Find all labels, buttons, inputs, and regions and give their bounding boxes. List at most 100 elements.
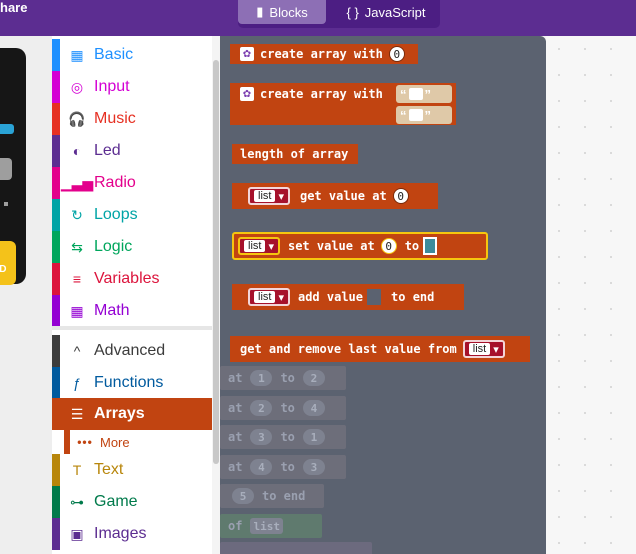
ghost-slot: 1	[250, 370, 273, 386]
list-dropdown[interactable]: list ▾	[248, 288, 290, 306]
ghost-at: at	[228, 371, 243, 385]
ghost-block	[220, 542, 372, 554]
add-value-block[interactable]: list ▾ add value to end	[232, 284, 464, 310]
toolbox-subcategory-more[interactable]: ••• More	[64, 430, 212, 454]
button-a[interactable]	[0, 158, 12, 180]
add-value-label: add value	[297, 290, 364, 304]
target-icon: ◎	[70, 78, 84, 95]
toolbox-category-logic[interactable]: ⇆ Logic	[52, 231, 212, 263]
ghost-block: 5 to end	[220, 484, 324, 508]
image-icon: ▣	[70, 525, 84, 542]
ghost-to: to	[280, 371, 295, 385]
gamepad-icon: ⊶	[70, 493, 84, 510]
toolbox-category-advanced[interactable]: ^ Advanced	[52, 335, 212, 367]
list-label: list	[468, 343, 491, 355]
list-label: list	[244, 240, 266, 252]
chevron-up-icon: ^	[73, 343, 81, 359]
share-button[interactable]: hare	[0, 0, 27, 15]
toggle-icon: ◐	[72, 143, 82, 159]
toolbox-category-math[interactable]: ▦ Math	[52, 295, 212, 327]
javascript-button[interactable]: { } JavaScript	[336, 0, 436, 24]
value-slot[interactable]	[367, 289, 382, 305]
toolbox-category-functions[interactable]: ƒ Functions	[52, 367, 212, 399]
blocks-workspace[interactable]	[546, 36, 636, 554]
ghost-at: at	[228, 430, 243, 444]
dropdown-caret-icon: ▾	[493, 343, 499, 356]
value-slot[interactable]	[423, 237, 438, 255]
list-icon: ≡	[72, 271, 82, 287]
index-input[interactable]: 0	[380, 238, 397, 254]
toolbox-category-label: Music	[94, 110, 136, 127]
toolbox-category-label: Math	[94, 302, 130, 319]
toolbox-category-led[interactable]: ◐ Led	[52, 135, 212, 167]
list-dropdown[interactable]: list ▾	[248, 187, 290, 205]
toolbox-category-variables[interactable]: ≡ Variables	[52, 263, 212, 295]
ghost-slot: 1	[302, 429, 325, 445]
toolbox-category-text[interactable]: T Text	[52, 454, 212, 486]
string-block-1[interactable]: “ ”	[396, 85, 452, 103]
get-and-remove-label: get and remove last value from	[240, 342, 457, 356]
list-dropdown[interactable]: list ▾	[238, 237, 280, 255]
toolbox-category-images[interactable]: ▣ Images	[52, 518, 212, 550]
board-badge	[0, 124, 14, 134]
toolbox-scrollbar-thumb[interactable]	[213, 60, 219, 464]
string-input[interactable]	[408, 109, 423, 121]
list-dropdown[interactable]: list ▾	[462, 340, 505, 358]
dropdown-caret-icon: ▾	[268, 240, 274, 253]
arrays-flyout: ✿ create array with 0 ✿ create array wit…	[220, 36, 546, 554]
calculator-icon: ▦	[70, 302, 84, 319]
braces-icon: { }	[346, 4, 359, 20]
ghost-slot: 2	[302, 370, 325, 386]
ghost-to: to	[280, 430, 295, 444]
toolbox-category-radio[interactable]: ▁▃▅ Radio	[52, 167, 212, 199]
list-label: list	[254, 190, 276, 202]
gnd-pin[interactable]	[0, 241, 16, 285]
ghost-to: to	[280, 401, 295, 415]
toolbox-category-basic[interactable]: ▦ Basic	[52, 39, 212, 71]
toolbox-category-arrays[interactable]: ☰ Arrays	[52, 398, 212, 430]
set-value-at-label: set value at	[287, 239, 375, 253]
more-label: More	[100, 434, 130, 450]
board-pin	[4, 202, 8, 206]
toolbox-category-loops[interactable]: ↻ Loops	[52, 199, 212, 231]
get-and-remove-block[interactable]: get and remove last value from list ▾	[230, 336, 530, 362]
toolbox-category-game[interactable]: ⊶ Game	[52, 486, 212, 518]
editor-mode-toggle: ▮ Blocks { } JavaScript	[238, 0, 440, 28]
toolbox-category-label: Loops	[94, 206, 138, 223]
quote-open: “	[400, 86, 407, 102]
ghost-of: of	[228, 519, 243, 533]
blocks-button[interactable]: ▮ Blocks	[238, 0, 326, 24]
create-array-label: create array with	[260, 87, 383, 101]
toolbox-category-label: Input	[94, 78, 130, 95]
toolbox-category-label: Logic	[94, 238, 133, 255]
grid-icon: ▦	[70, 46, 84, 63]
toolbox-category-label: Radio	[94, 174, 136, 191]
ghost-block: at 4 to 3	[220, 455, 346, 479]
ghost-block: at 2 to 4	[220, 396, 346, 420]
length-of-array-label: length of array	[240, 147, 349, 161]
headphones-icon: 🎧	[68, 110, 86, 127]
toolbox-category-music[interactable]: 🎧 Music	[52, 103, 212, 135]
index-input[interactable]: 0	[392, 188, 409, 204]
get-value-at-block[interactable]: list ▾ get value at 0	[232, 183, 438, 209]
ghost-slot: list	[250, 518, 283, 534]
string-input[interactable]	[408, 88, 423, 100]
list-label: list	[254, 291, 276, 303]
array-list-icon: ☰	[70, 405, 84, 422]
number-input[interactable]: 0	[388, 46, 405, 62]
ghost-slot: 4	[250, 459, 273, 475]
set-value-at-block[interactable]: list ▾ set value at 0 to	[232, 232, 488, 260]
dropdown-caret-icon: ▾	[278, 291, 284, 304]
ghost-block: at 3 to 1	[220, 425, 346, 449]
toolbox-separator	[52, 326, 212, 330]
gear-icon[interactable]: ✿	[240, 47, 254, 61]
toolbox-category-input[interactable]: ◎ Input	[52, 71, 212, 103]
gear-icon[interactable]: ✿	[240, 87, 254, 101]
string-block-2[interactable]: “ ”	[396, 106, 452, 124]
toolbox: ▦ Basic ◎ Input 🎧 Music ◐ Led ▁▃▅ Radio ↻ Loops ⇆ Log…	[52, 36, 212, 554]
more-dots-icon: •••	[77, 435, 93, 449]
create-array-with-number-block[interactable]: ✿ create array with 0	[230, 44, 418, 64]
puzzle-icon: ▮	[256, 4, 264, 19]
to-end-label: to end	[391, 290, 435, 304]
length-of-array-block[interactable]: length of array	[232, 144, 358, 164]
